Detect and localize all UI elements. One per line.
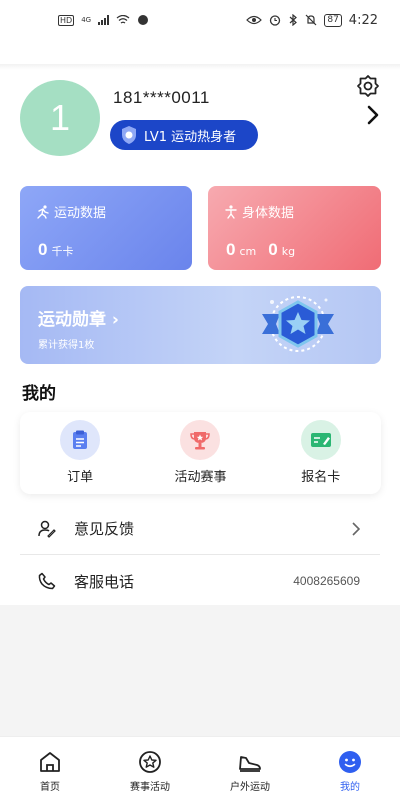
tab-label: 我的 [340, 782, 360, 793]
feedback-label: 意见反馈 [74, 520, 135, 538]
tab-outdoor[interactable]: 户外运动 [200, 749, 300, 800]
body-data-label: 身体数据 [242, 206, 295, 221]
medal-subtitle: 累计获得1枚 [38, 340, 95, 351]
sport-data-value: 0 千卡 [38, 240, 81, 260]
profile-chevron-right-icon[interactable] [366, 104, 380, 126]
bluetooth-icon [289, 14, 298, 26]
quick-item-label: 活动赛事 [174, 470, 227, 485]
card-icon [300, 420, 341, 460]
service-label: 客服电话 [74, 572, 135, 591]
tab-label: 赛事活动 [130, 782, 170, 793]
sport-data-label: 运动数据 [54, 206, 107, 221]
signal-icon [98, 15, 110, 25]
calorie-unit: 千卡 [51, 245, 74, 258]
home-icon [40, 752, 60, 772]
avatar[interactable]: 1 [20, 80, 100, 156]
trophy-icon [180, 420, 221, 460]
smiley-icon [339, 751, 361, 773]
alarm-icon [270, 15, 281, 26]
phone-icon [38, 572, 56, 590]
running-icon [37, 204, 49, 219]
medal-card[interactable]: 运动勋章 › 累计获得1枚 [20, 286, 381, 364]
clock: 4:22 [348, 12, 378, 28]
tab-events[interactable]: 赛事活动 [100, 749, 200, 800]
sport-data-title: 运动数据 [36, 202, 106, 221]
clipboard-icon [60, 420, 101, 460]
quick-actions-panel: 订单 活动赛事 报名卡 [20, 412, 381, 494]
status-icons-right: 87 4:22 [246, 13, 378, 28]
medal-badge-icon [262, 296, 334, 352]
height-value: 0 [226, 240, 236, 259]
star-medal-icon [139, 751, 161, 773]
mute-bell-icon [305, 14, 317, 26]
battery-level: 87 [324, 13, 342, 27]
quick-item-orders[interactable]: 订单 [30, 420, 130, 494]
header-divider [0, 64, 400, 70]
status-icons-left: HD 4G [58, 14, 149, 26]
my-section-title: 我的 [22, 384, 56, 404]
weight-unit: kg [281, 245, 296, 258]
user-phone: 181****0011 [113, 88, 210, 107]
network-type: 4G [81, 16, 92, 24]
tab-label: 户外运动 [230, 782, 270, 793]
body-data-title: 身体数据 [224, 202, 294, 221]
feedback-row[interactable]: 意见反馈 [20, 503, 380, 555]
medal-title: 运动勋章 › [38, 310, 119, 330]
level-badge[interactable]: LV1 运动热身者 [110, 120, 258, 150]
sync-icon [138, 15, 149, 25]
tab-mine[interactable]: 我的 [300, 749, 400, 800]
level-label: LV1 运动热身者 [144, 129, 237, 145]
wifi-icon [116, 15, 130, 24]
height-unit: cm [239, 245, 257, 258]
service-phone-row[interactable]: 客服电话 4008265609 [20, 555, 380, 607]
quick-item-label: 报名卡 [301, 470, 341, 485]
shield-level-icon [122, 126, 136, 144]
quick-item-events[interactable]: 活动赛事 [150, 420, 250, 494]
tab-home[interactable]: 首页 [0, 749, 100, 800]
quick-item-label: 订单 [67, 470, 94, 485]
tab-label: 首页 [40, 782, 60, 793]
body-data-card[interactable]: 身体数据 0 cm 0 kg [208, 186, 381, 270]
body-data-value: 0 cm 0 kg [226, 240, 303, 260]
feedback-person-icon [38, 520, 56, 538]
bottom-tab-bar: 首页 赛事活动 户外运动 我的 [0, 736, 400, 800]
status-bar: HD 4G 87 4:22 [0, 0, 400, 40]
chevron-right-icon [352, 521, 360, 536]
service-phone-number[interactable]: 4008265609 [293, 574, 360, 588]
weight-value: 0 [268, 240, 278, 259]
person-icon [225, 204, 237, 219]
settings-gear-icon[interactable] [356, 74, 380, 98]
eye-icon [246, 15, 263, 25]
sport-data-card[interactable]: 运动数据 0 千卡 [20, 186, 192, 270]
hd-icon: HD [58, 14, 75, 26]
quick-item-signup-card[interactable]: 报名卡 [271, 420, 371, 494]
calorie-value: 0 [38, 240, 48, 259]
shoe-icon [239, 756, 261, 772]
